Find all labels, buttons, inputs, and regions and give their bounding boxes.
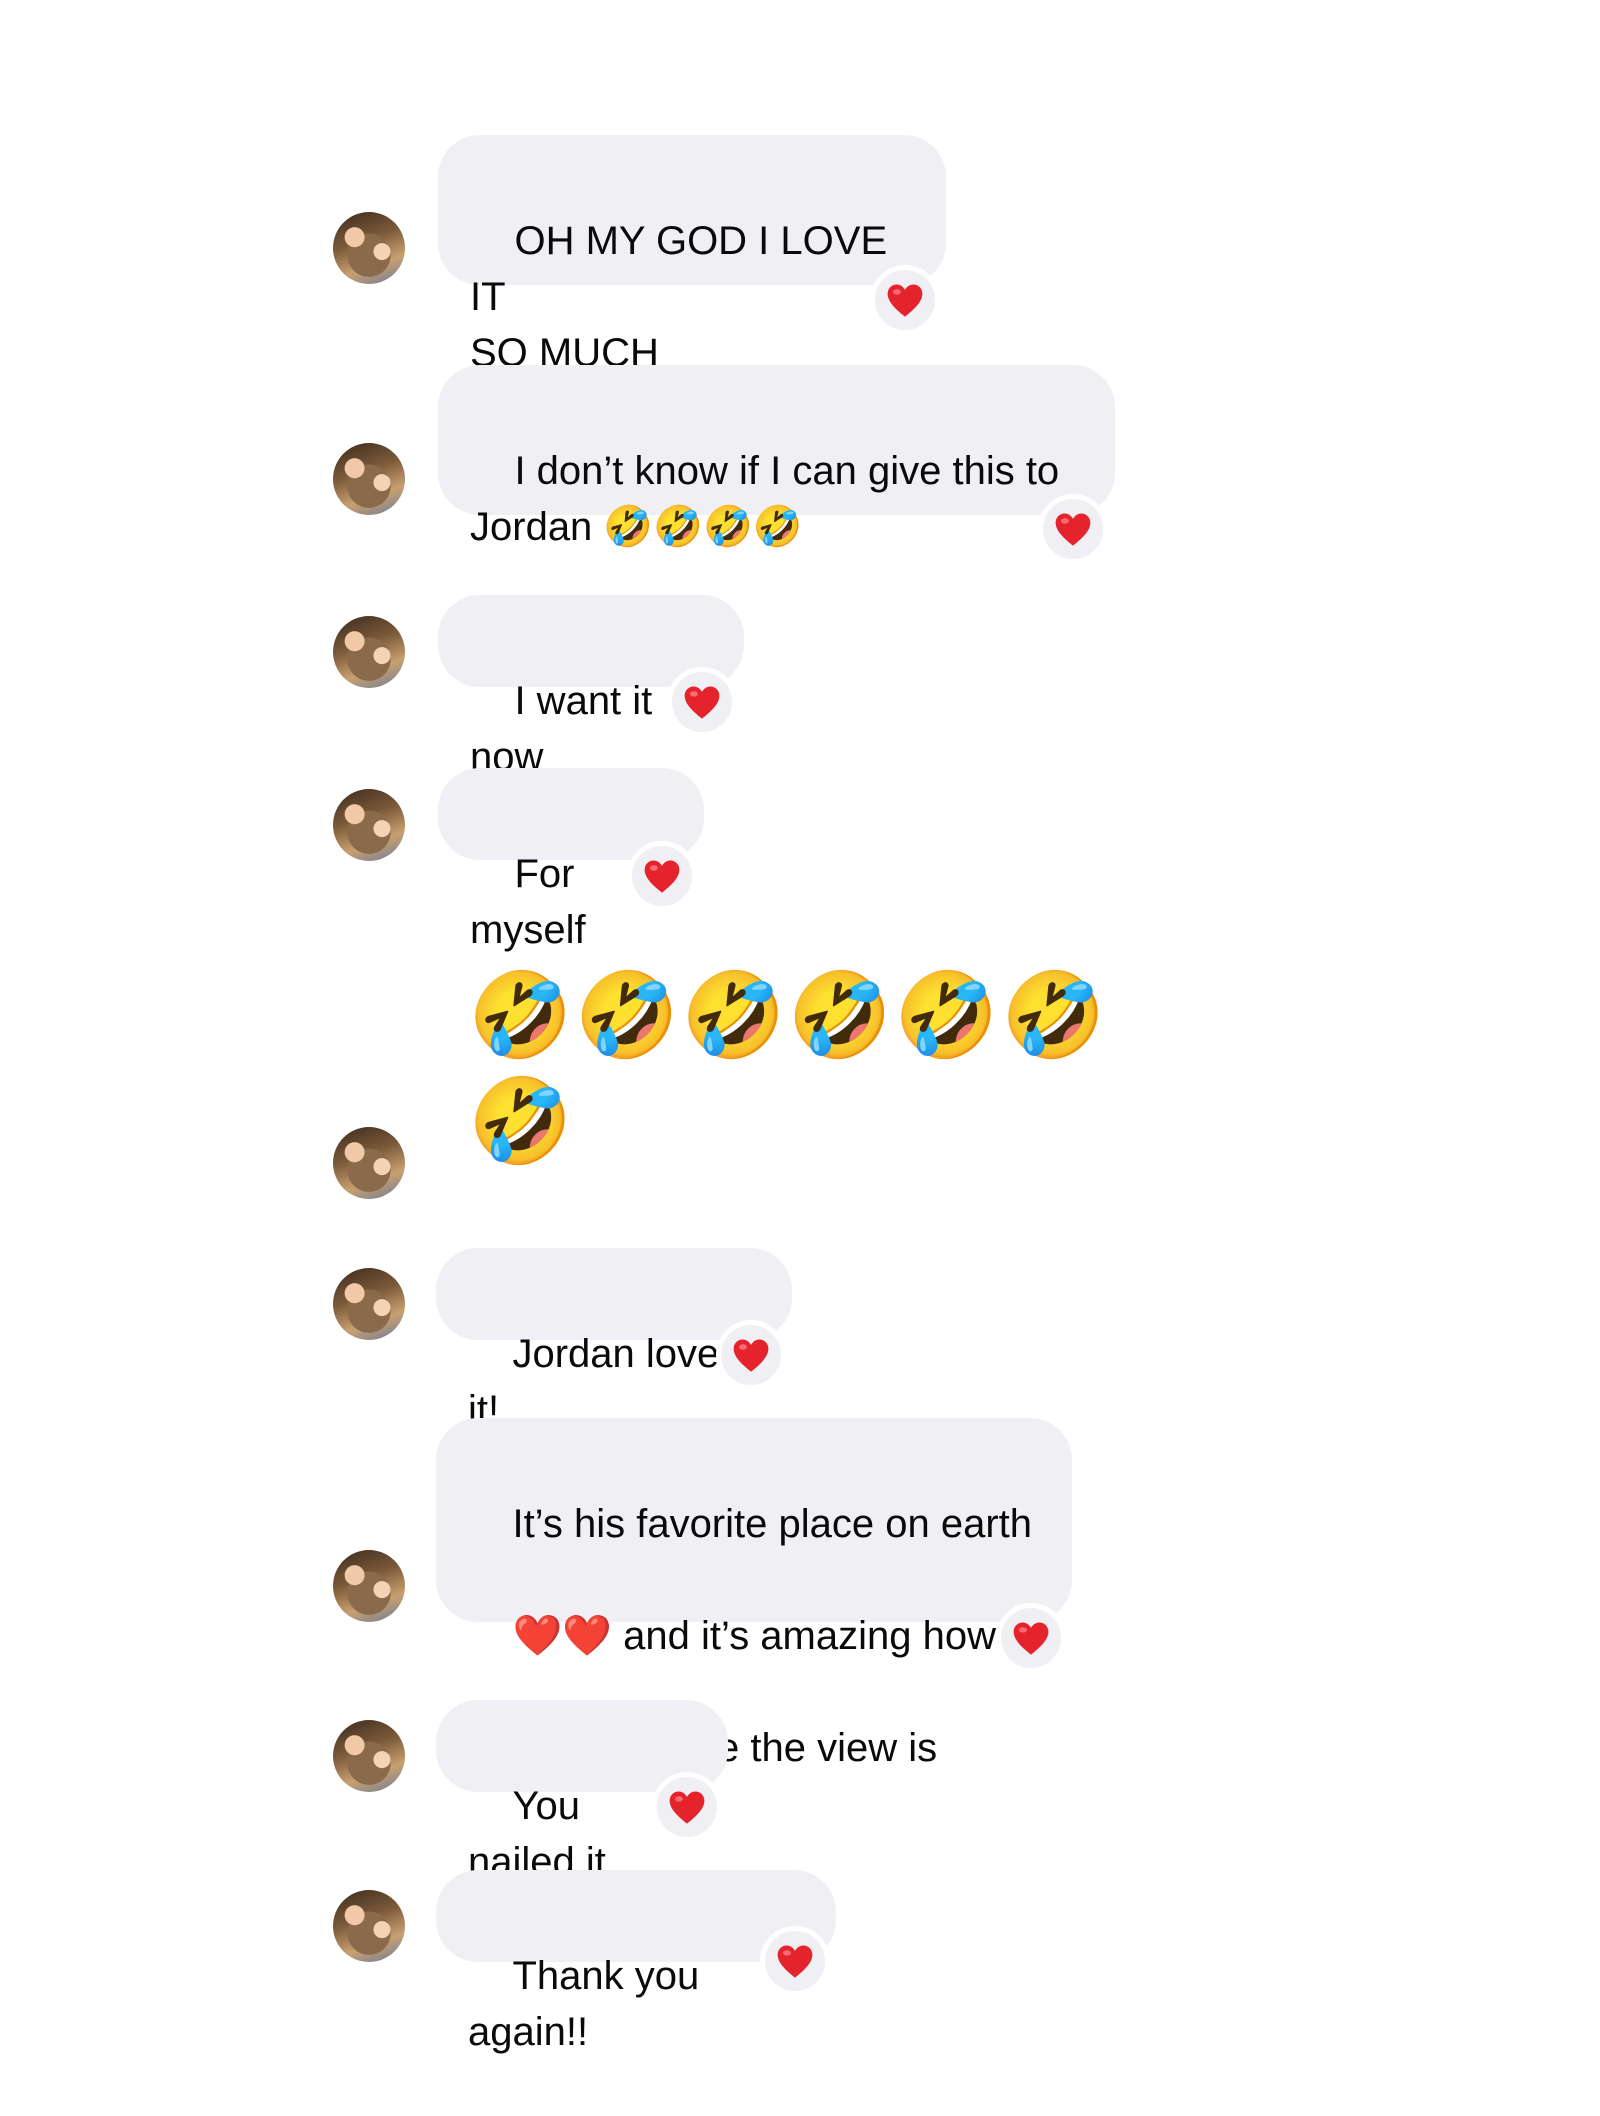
heart-icon <box>644 860 680 893</box>
reaction-badge[interactable] <box>996 1603 1066 1673</box>
avatar[interactable] <box>333 1890 405 1962</box>
message-text: I want it now <box>470 679 664 779</box>
avatar[interactable] <box>333 212 405 284</box>
avatar[interactable] <box>333 1268 405 1340</box>
avatar[interactable] <box>333 789 405 861</box>
avatar[interactable] <box>333 1550 405 1622</box>
reaction-badge[interactable] <box>1038 494 1108 564</box>
message-bubble[interactable]: OH MY GOD I LOVE IT SO MUCH <box>438 135 946 375</box>
reaction-badge[interactable] <box>627 841 697 911</box>
heart-icon <box>1013 1622 1049 1655</box>
message-text: For myself <box>470 852 586 952</box>
message-text-line1: It’s his favorite place on earth <box>512 1502 1033 1546</box>
inline-heart-emoji: ❤️❤️ <box>512 1614 613 1658</box>
heart-icon <box>669 1791 705 1824</box>
message-text-line2: and it’s amazing how <box>612 1614 996 1658</box>
reaction-badge[interactable] <box>760 1926 830 1996</box>
reaction-badge[interactable] <box>870 265 940 335</box>
message-bubble[interactable]: It’s his favorite place on earth ❤️❤️ an… <box>436 1418 1072 1770</box>
heart-icon <box>733 1339 769 1372</box>
message-text: You nailed it <box>468 1784 606 1884</box>
reaction-badge[interactable] <box>667 667 737 737</box>
message-text: Jordan loved it! <box>468 1332 742 1432</box>
avatar[interactable] <box>333 1720 405 1792</box>
avatar[interactable] <box>333 616 405 688</box>
heart-icon <box>887 284 923 317</box>
heart-icon <box>777 1945 813 1978</box>
heart-icon <box>1055 513 1091 546</box>
heart-icon <box>684 686 720 719</box>
reaction-badge[interactable] <box>652 1772 722 1842</box>
message-text: Thank you again!! <box>468 1954 711 2054</box>
avatar[interactable] <box>333 443 405 515</box>
avatar[interactable] <box>333 1127 405 1199</box>
message-text: OH MY GOD I LOVE IT SO MUCH <box>470 219 888 375</box>
message-bubble[interactable]: I don’t know if I can give this to Jorda… <box>438 365 1115 549</box>
message-text: I don’t know if I can give this to Jorda… <box>470 449 1060 549</box>
reaction-badge[interactable] <box>716 1320 786 1390</box>
emoji-message[interactable]: 🤣🤣🤣🤣🤣🤣🤣 <box>468 962 1108 1174</box>
message-text: 🤣🤣🤣🤣🤣🤣🤣 <box>468 968 1108 1168</box>
